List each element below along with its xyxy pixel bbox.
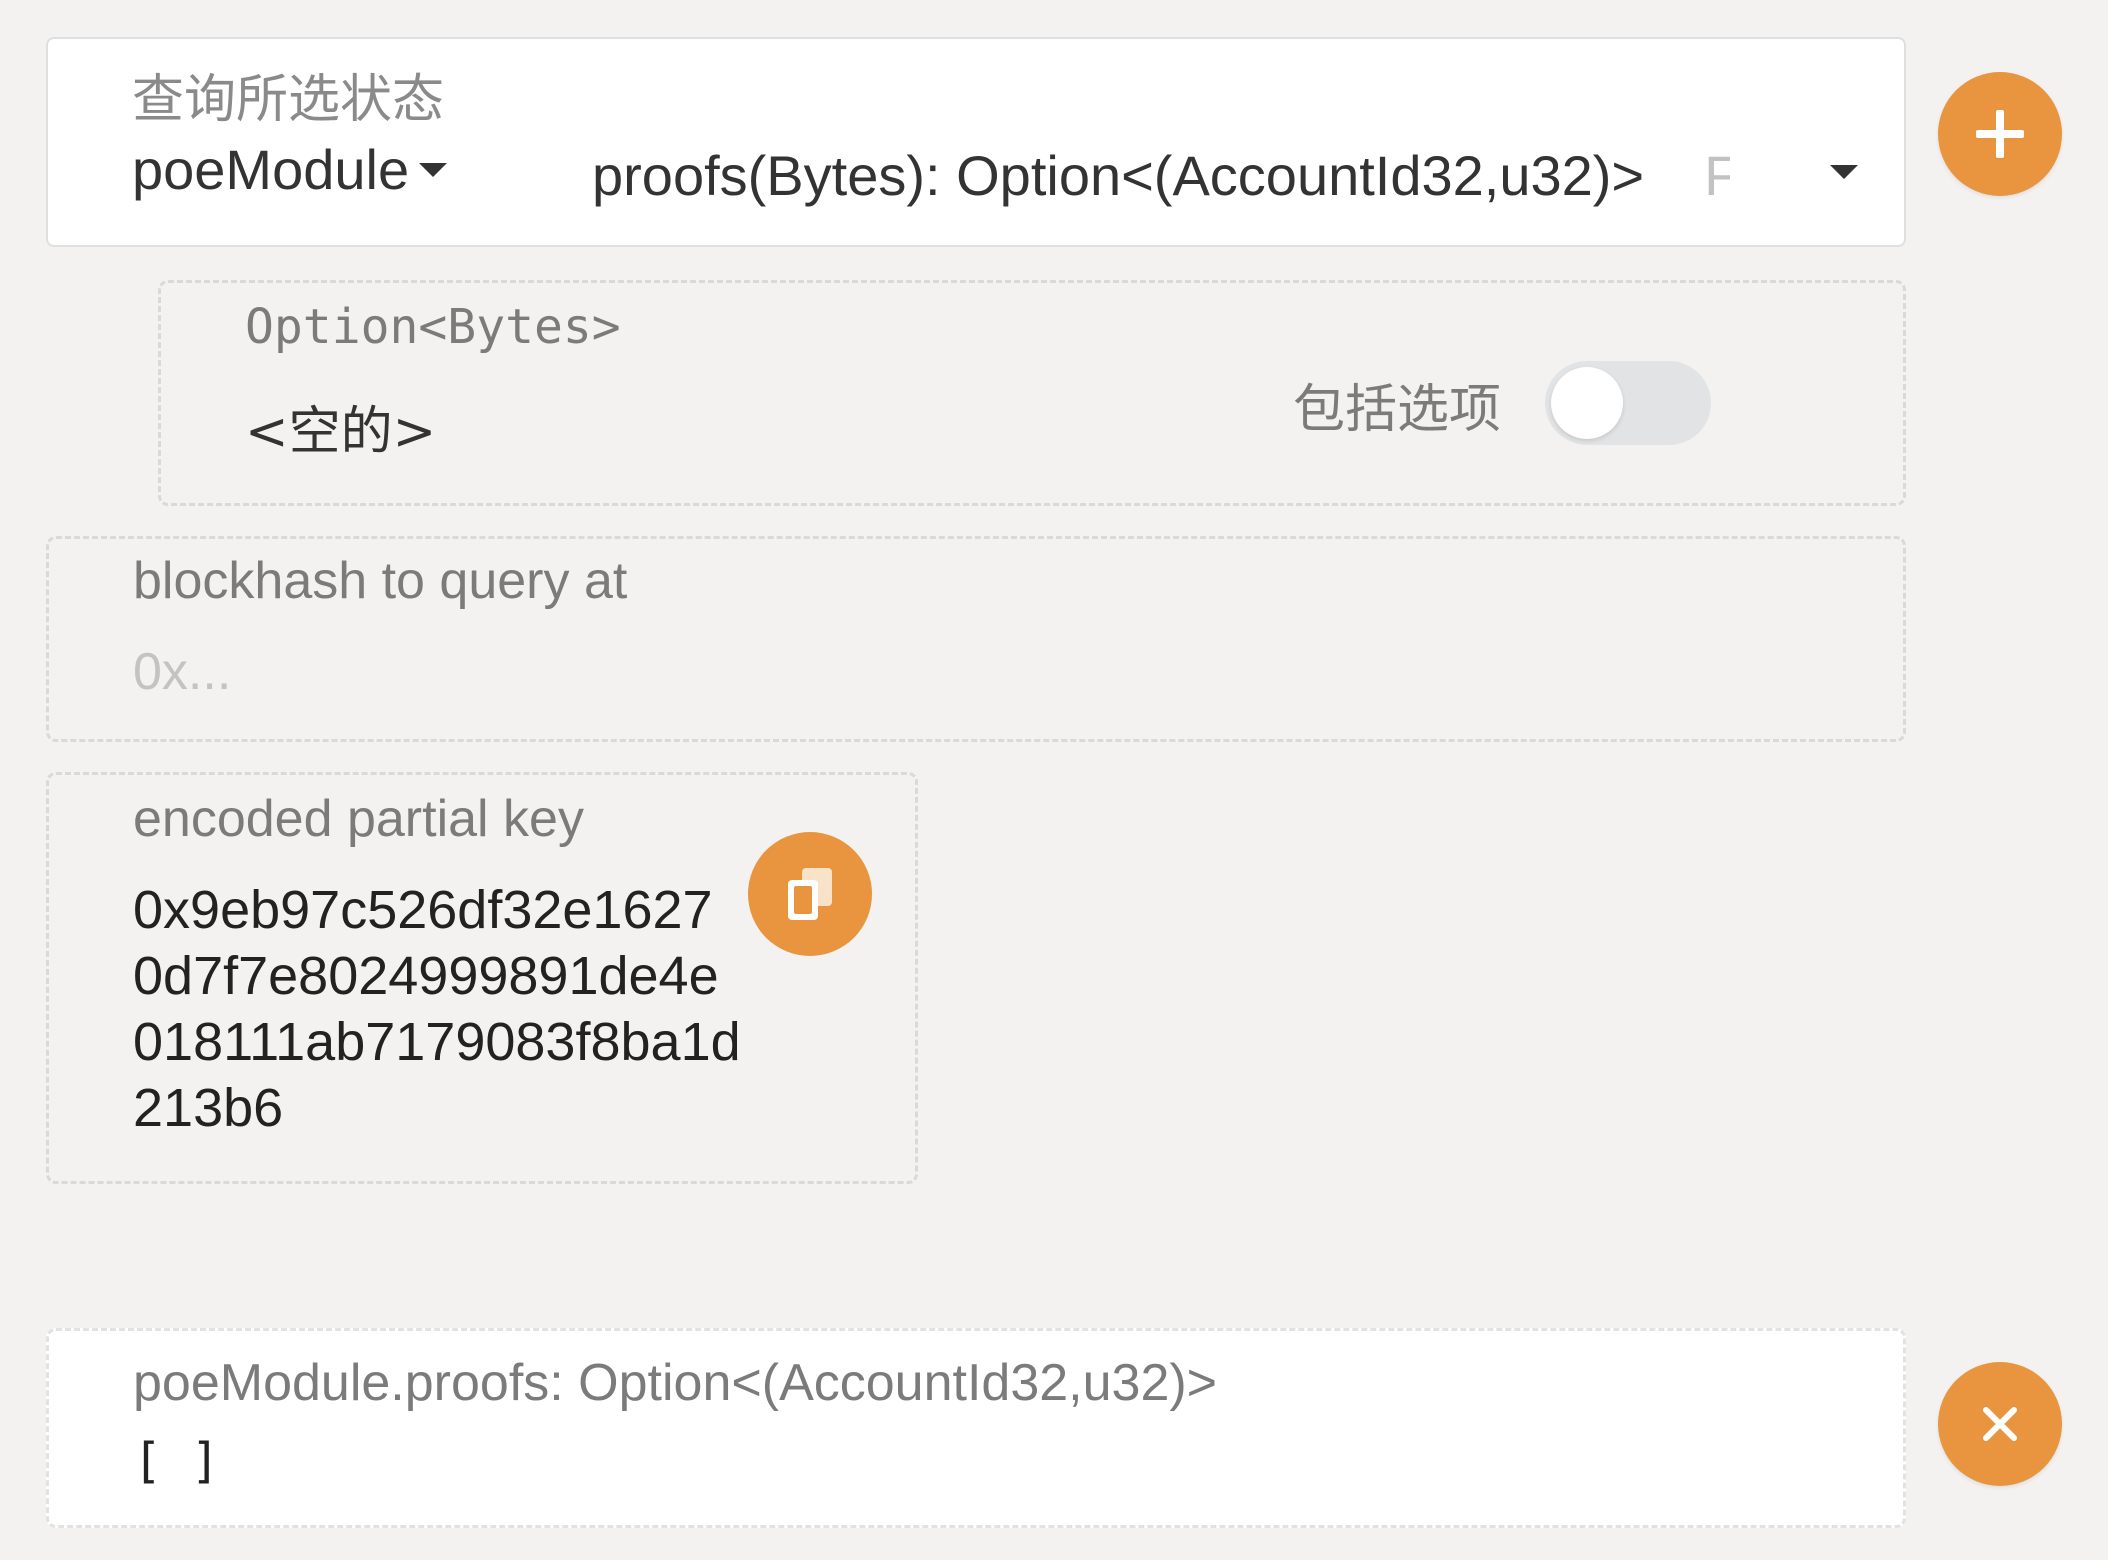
query-result-label: poeModule.proofs: Option<(AccountId32,u3… — [133, 1354, 1218, 1412]
param-type-label: Option<Bytes> — [245, 299, 621, 355]
partial-key-line: 0x9eb97c526df32e1627 — [133, 880, 713, 940]
query-selector-label: 查询所选状态 — [132, 70, 445, 130]
module-dropdown[interactable]: poeModule — [132, 137, 448, 202]
partial-key-line: 018111ab7179083f8ba1d — [133, 1012, 741, 1072]
include-option-label: 包括选项 — [1293, 380, 1502, 440]
toggle-knob — [1551, 367, 1623, 439]
chevron-down-icon — [419, 162, 448, 177]
chevron-down-icon — [1830, 165, 1858, 179]
blockhash-label: blockhash to query at — [133, 552, 628, 610]
method-description: F — [1704, 143, 1731, 207]
param-option-bytes-box: Option<Bytes> <空的> 包括选项 — [158, 280, 1906, 506]
copy-icon — [788, 868, 832, 920]
plus-icon — [1976, 110, 2024, 158]
method-dropdown-value: proofs(Bytes): Option<(AccountId32,u32)> — [592, 143, 1645, 207]
close-icon — [1983, 1407, 2017, 1441]
encoded-partial-key-box: encoded partial key 0x9eb97c526df32e1627… — [46, 772, 918, 1184]
query-result-box: poeModule.proofs: Option<(AccountId32,u3… — [46, 1328, 1906, 1528]
blockhash-box: blockhash to query at — [46, 536, 1906, 742]
blockhash-input[interactable] — [133, 639, 1733, 705]
module-dropdown-value: poeModule — [132, 138, 410, 201]
include-option-toggle[interactable] — [1545, 361, 1711, 445]
encoded-partial-key-label: encoded partial key — [133, 790, 584, 848]
partial-key-line: 0d7f7e8024999891de4e — [133, 946, 719, 1006]
method-dropdown[interactable]: proofs(Bytes): Option<(AccountId32,u32)>… — [592, 137, 1892, 213]
query-result-value: [ ] — [133, 1433, 220, 1489]
param-value: <空的> — [245, 402, 437, 462]
query-selector-card: 查询所选状态 poeModule proofs(Bytes): Option<(… — [46, 37, 1906, 247]
copy-button[interactable] — [748, 832, 872, 956]
add-query-button[interactable] — [1938, 72, 2062, 196]
remove-result-button[interactable] — [1938, 1362, 2062, 1486]
partial-key-line: 213b6 — [133, 1078, 284, 1138]
